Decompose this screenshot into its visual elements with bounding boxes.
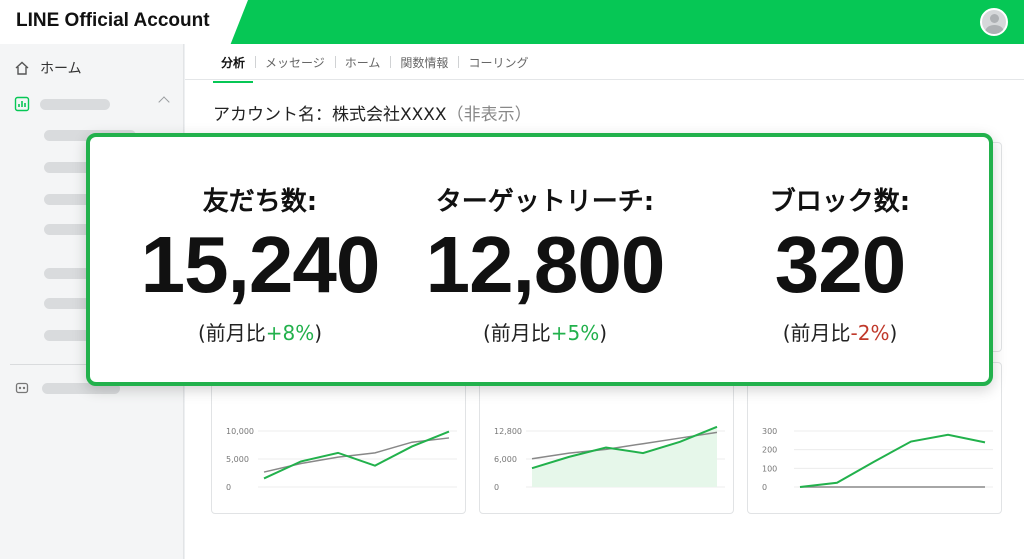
stat-change-value: -2% (850, 321, 890, 345)
bar-chart-icon (14, 96, 30, 112)
y-tick-label: 0 (762, 483, 767, 492)
stat-change-suffix: ) (314, 321, 323, 345)
y-tick-label: 100 (762, 464, 777, 473)
stat-value: 15,240 (140, 220, 381, 309)
stat-change-prefix: (前月比 (197, 321, 266, 345)
stat-label: ブロック数: (769, 187, 911, 217)
y-tick-label: 10,000 (226, 427, 254, 436)
y-tick-label: 0 (226, 483, 231, 492)
area-fill (532, 426, 717, 487)
sidebar-item-label: ホーム (40, 61, 82, 77)
sidebar-item-home[interactable]: ホーム (14, 58, 82, 78)
y-tick-label: 200 (762, 446, 777, 455)
account-name-label: アカウント名：株式会社XXXX (213, 105, 447, 125)
stat-change-value: +8% (265, 321, 315, 345)
stat-change-value: +5% (550, 321, 600, 345)
stat-blocks: ブロック数: 320 (前月比-2%) (720, 137, 960, 382)
tab-function-info[interactable]: 関数情報 (390, 54, 458, 71)
stat-value: 320 (774, 220, 906, 309)
stat-change-suffix: ) (599, 321, 608, 345)
stat-value: 12,800 (425, 220, 666, 309)
account-name: アカウント名：株式会社XXXX（非表示） (213, 100, 532, 125)
stat-friends: 友だち数: 15,240 (前月比+8%) (120, 137, 400, 382)
sidebar-item-analytics[interactable] (14, 96, 174, 112)
stat-change-prefix: (前月比 (782, 321, 851, 345)
stat-change-prefix: (前月比 (482, 321, 551, 345)
tab-messages[interactable]: メッセージ (255, 54, 335, 71)
tab-analytics[interactable]: 分析 (211, 54, 255, 83)
stat-label: 友だち数: (202, 187, 318, 217)
stat-change: (前月比+5%) (410, 317, 680, 346)
y-tick-label: 300 (762, 427, 777, 436)
robot-icon (15, 382, 29, 394)
user-avatar[interactable] (980, 8, 1008, 36)
stat-label: ターゲットリーチ: (435, 187, 655, 217)
app-title[interactable]: LINE Official Account (0, 0, 248, 44)
y-tick-label: 0 (494, 483, 499, 492)
stat-change: (前月比+8%) (120, 317, 400, 346)
tab-divider (185, 79, 1024, 80)
stats-highlight-panel: 友だち数: 15,240 (前月比+8%) ターゲットリーチ: 12,800 (… (86, 133, 993, 386)
stat-target-reach: ターゲットリーチ: 12,800 (前月比+5%) (410, 137, 680, 382)
tab-calling[interactable]: コーリング (458, 54, 538, 71)
stat-change: (前月比-2%) (720, 317, 960, 346)
top-bar: LINE Official Account (0, 0, 1024, 44)
tab-bar: 分析 メッセージ ホーム 関数情報 コーリング (211, 44, 538, 83)
y-tick-label: 12,800 (494, 427, 522, 436)
y-tick-label: 5,000 (226, 455, 249, 464)
home-icon (15, 61, 29, 75)
tab-home[interactable]: ホーム (334, 54, 391, 71)
account-name-hidden-note: （非表示） (446, 105, 532, 125)
series-line (799, 433, 986, 488)
sidebar-item-placeholder (40, 98, 110, 110)
stat-change-suffix: ) (889, 321, 898, 345)
y-tick-label: 6,000 (494, 455, 517, 464)
chevron-up-icon[interactable] (158, 96, 170, 108)
